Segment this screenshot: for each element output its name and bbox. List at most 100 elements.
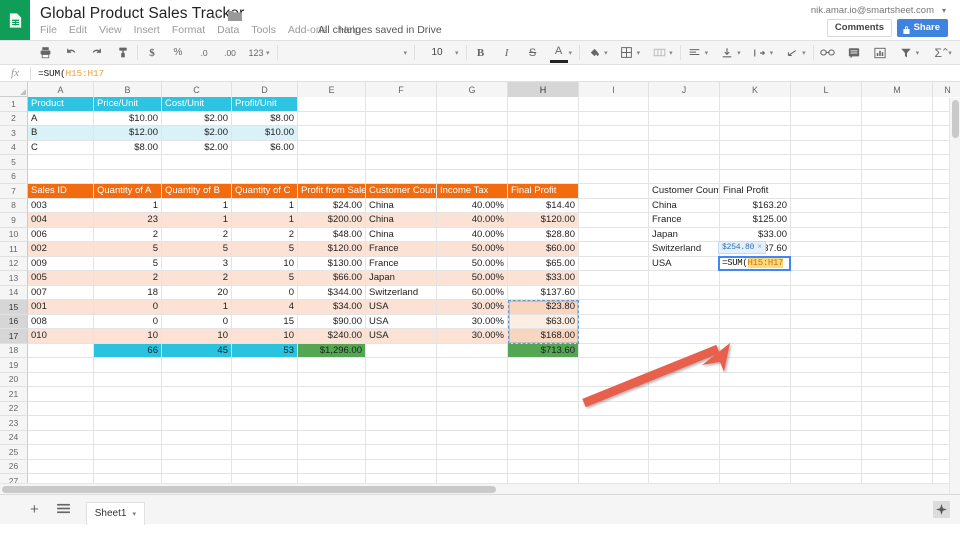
cell-I22[interactable] — [579, 402, 649, 417]
cell-E4[interactable] — [298, 141, 366, 156]
cell-B8[interactable]: 1 — [94, 199, 162, 214]
cell-I21[interactable] — [579, 387, 649, 402]
cell-G17[interactable]: 30.00% — [437, 329, 508, 344]
cell-D5[interactable] — [232, 155, 298, 170]
chevron-down-icon[interactable]: ▾ — [266, 49, 270, 57]
cell-J16[interactable] — [649, 315, 720, 330]
cell-H25[interactable] — [508, 445, 579, 460]
cell-D7[interactable]: Quantity of C — [232, 184, 298, 199]
cell-K21[interactable] — [720, 387, 791, 402]
share-button[interactable]: Share — [897, 19, 948, 37]
cell-F9[interactable]: China — [366, 213, 437, 228]
cell-H8[interactable]: $14.40 — [508, 199, 579, 214]
cell-B9[interactable]: 23 — [94, 213, 162, 228]
cell-A5[interactable] — [28, 155, 94, 170]
chevron-down-icon[interactable]: ▾ — [569, 49, 573, 57]
cell-C22[interactable] — [162, 402, 232, 417]
cell-C14[interactable]: 20 — [162, 286, 232, 301]
cell-I26[interactable] — [579, 460, 649, 475]
cell-C1[interactable]: Cost/Unit — [162, 97, 232, 112]
print-icon[interactable] — [36, 43, 54, 63]
cell-E5[interactable] — [298, 155, 366, 170]
cell-I10[interactable] — [579, 228, 649, 243]
cell-G5[interactable] — [437, 155, 508, 170]
cell-M26[interactable] — [862, 460, 933, 475]
cell-C11[interactable]: 5 — [162, 242, 232, 257]
cell-M22[interactable] — [862, 402, 933, 417]
cell-F17[interactable]: USA — [366, 329, 437, 344]
cell-I20[interactable] — [579, 373, 649, 388]
font-size-select[interactable]: 10 — [420, 43, 454, 62]
cell-F10[interactable]: China — [366, 228, 437, 243]
folder-icon[interactable] — [228, 8, 242, 19]
cell-E26[interactable] — [298, 460, 366, 475]
cell-J18[interactable] — [649, 344, 720, 359]
cell-M7[interactable] — [862, 184, 933, 199]
cell-D22[interactable] — [232, 402, 298, 417]
cell-H3[interactable] — [508, 126, 579, 141]
strikethrough-button[interactable]: S — [524, 43, 542, 63]
cell-E6[interactable] — [298, 170, 366, 185]
cell-K25[interactable] — [720, 445, 791, 460]
cell-M17[interactable] — [862, 329, 933, 344]
cell-H18[interactable]: $713.60 — [508, 344, 579, 359]
cell-K9[interactable]: $125.00 — [720, 213, 791, 228]
column-header-D[interactable]: D — [232, 82, 298, 97]
cell-I1[interactable] — [579, 97, 649, 112]
cell-G23[interactable] — [437, 416, 508, 431]
cell-E17[interactable]: $240.00 — [298, 329, 366, 344]
cell-A18[interactable] — [28, 344, 94, 359]
row-header-4[interactable]: 4 — [0, 141, 28, 156]
row-header-5[interactable]: 5 — [0, 155, 28, 170]
cell-B2[interactable]: $10.00 — [94, 112, 162, 127]
cell-G4[interactable] — [437, 141, 508, 156]
decrease-decimal-button[interactable]: .0 — [195, 43, 213, 63]
column-header-L[interactable]: L — [791, 82, 862, 97]
cell-A7[interactable]: Sales ID — [28, 184, 94, 199]
cell-E7[interactable]: Profit from Sale — [298, 184, 366, 199]
cell-L17[interactable] — [791, 329, 862, 344]
cell-J19[interactable] — [649, 358, 720, 373]
cell-I16[interactable] — [579, 315, 649, 330]
cell-K5[interactable] — [720, 155, 791, 170]
cell-M3[interactable] — [862, 126, 933, 141]
cell-I15[interactable] — [579, 300, 649, 315]
cell-A22[interactable] — [28, 402, 94, 417]
cell-A6[interactable] — [28, 170, 94, 185]
cell-F15[interactable]: USA — [366, 300, 437, 315]
cell-J4[interactable] — [649, 141, 720, 156]
cell-A2[interactable]: A — [28, 112, 94, 127]
explore-icon[interactable] — [933, 501, 950, 518]
row-header-3[interactable]: 3 — [0, 126, 28, 141]
cell-L2[interactable] — [791, 112, 862, 127]
cell-H19[interactable] — [508, 358, 579, 373]
paint-format-icon[interactable] — [114, 43, 132, 63]
cell-A4[interactable]: C — [28, 141, 94, 156]
cell-C23[interactable] — [162, 416, 232, 431]
cell-G7[interactable]: Income Tax — [437, 184, 508, 199]
chevron-down-icon[interactable]: ▾ — [770, 49, 774, 57]
cell-L22[interactable] — [791, 402, 862, 417]
cell-J17[interactable] — [649, 329, 720, 344]
cell-D21[interactable] — [232, 387, 298, 402]
cell-D4[interactable]: $6.00 — [232, 141, 298, 156]
cell-K2[interactable] — [720, 112, 791, 127]
cell-B16[interactable]: 0 — [94, 315, 162, 330]
cell-K1[interactable] — [720, 97, 791, 112]
cell-J23[interactable] — [649, 416, 720, 431]
cell-G14[interactable]: 60.00% — [437, 286, 508, 301]
cell-H6[interactable] — [508, 170, 579, 185]
cell-B1[interactable]: Price/Unit — [94, 97, 162, 112]
cell-D26[interactable] — [232, 460, 298, 475]
insert-comment-icon[interactable] — [845, 43, 863, 63]
cell-F6[interactable] — [366, 170, 437, 185]
cell-H9[interactable]: $120.00 — [508, 213, 579, 228]
row-header-17[interactable]: 17 — [0, 329, 28, 344]
row-header-12[interactable]: 12 — [0, 257, 28, 272]
cell-H26[interactable] — [508, 460, 579, 475]
cell-L24[interactable] — [791, 431, 862, 446]
cell-F8[interactable]: China — [366, 199, 437, 214]
chevron-down-icon[interactable]: ▾ — [455, 49, 459, 57]
cell-I4[interactable] — [579, 141, 649, 156]
cell-J3[interactable] — [649, 126, 720, 141]
